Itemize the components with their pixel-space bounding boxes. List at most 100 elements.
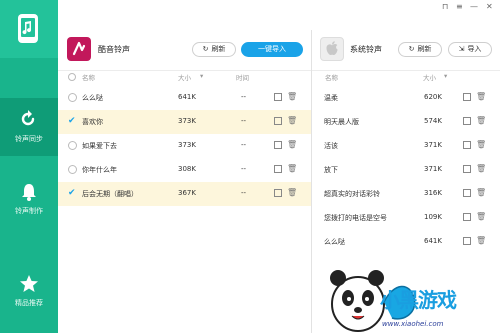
import-icon: ⇲ xyxy=(458,45,465,53)
row-size: 620K xyxy=(424,93,442,101)
menu-icon[interactable]: ≡ xyxy=(456,2,463,11)
row-name: 明天晨人版 xyxy=(324,118,359,126)
row-duration: -- xyxy=(241,117,247,125)
row-checkbox-checked[interactable]: ✔ xyxy=(68,189,77,198)
one-click-import-button[interactable]: 一键导入 xyxy=(241,42,303,57)
bell-icon xyxy=(22,184,36,201)
sidebar-item-ringtone-make[interactable]: 铃声制作 xyxy=(0,170,58,228)
row-name: 你年什么年 xyxy=(82,166,117,174)
row-name: 放下 xyxy=(324,166,338,174)
row-size: 371K xyxy=(424,141,442,149)
refresh-icon: ↻ xyxy=(202,45,209,53)
row-checkbox-checked[interactable]: ✔ xyxy=(68,117,77,126)
sidebar-item-label: 铃声制作 xyxy=(15,207,43,215)
refresh-button[interactable]: ↻ 刷新 xyxy=(398,42,442,57)
right-panel-header: 系统铃声 ↻ 刷新 ⇲ 导入 xyxy=(312,30,500,70)
sort-down-icon: ▾ xyxy=(200,72,204,80)
table-row[interactable]: 活该 371K 🗑 xyxy=(312,134,500,158)
sync-icon xyxy=(21,110,35,126)
watermark-url: www.xiaohei.com xyxy=(382,320,444,328)
row-size: 316K xyxy=(424,189,442,197)
watermark: 小黑游戏 www.xiaohei.com xyxy=(322,262,500,333)
table-row[interactable]: 如果爱下去 373K -- 🗑 xyxy=(58,134,311,158)
trash-icon[interactable]: 🗑 xyxy=(476,93,486,101)
minimize-icon[interactable]: — xyxy=(470,2,478,11)
sidebar-item-ringtone-sync[interactable]: 铃声同步 xyxy=(0,98,58,156)
import-row-icon[interactable] xyxy=(274,93,282,101)
import-row-icon[interactable] xyxy=(274,141,282,149)
row-name: 您拨打的电话是空号 xyxy=(324,214,387,222)
row-checkbox[interactable] xyxy=(68,141,77,150)
row-size: 574K xyxy=(424,117,442,125)
import-row-icon[interactable] xyxy=(463,237,471,245)
row-duration: -- xyxy=(241,93,247,101)
select-all-checkbox[interactable] xyxy=(68,73,76,81)
column-duration[interactable]: 时间 xyxy=(236,72,249,84)
trash-icon[interactable]: 🗑 xyxy=(287,165,297,173)
column-name[interactable]: 名称 xyxy=(325,72,338,84)
import-row-icon[interactable] xyxy=(463,165,471,173)
row-name: 如果爱下去 xyxy=(82,142,117,150)
table-row[interactable]: 放下 371K 🗑 xyxy=(312,158,500,182)
row-name: 么么哒 xyxy=(82,94,103,102)
skin-icon[interactable]: ⊓ xyxy=(442,2,448,11)
sidebar-item-label: 精品推荐 xyxy=(15,299,43,307)
import-row-icon[interactable] xyxy=(463,213,471,221)
trash-icon[interactable]: 🗑 xyxy=(287,141,297,149)
trash-icon[interactable]: 🗑 xyxy=(287,93,297,101)
trash-icon[interactable]: 🗑 xyxy=(476,189,486,197)
column-name[interactable]: 名称 xyxy=(82,72,95,84)
app-logo-icon xyxy=(18,14,38,43)
import-row-icon[interactable] xyxy=(463,93,471,101)
row-name: 喜欢你 xyxy=(82,118,103,126)
import-button[interactable]: ⇲ 导入 xyxy=(448,42,492,57)
sidebar: 铃声同步 铃声制作 精品推荐 xyxy=(0,0,58,333)
row-size: 308K xyxy=(178,165,196,173)
table-row[interactable]: 么么哒 641K 🗑 xyxy=(312,230,500,254)
left-panel-header: 酷音铃声 ↻ 刷新 一键导入 xyxy=(58,30,311,70)
trash-icon[interactable]: 🗑 xyxy=(476,117,486,125)
trash-icon[interactable]: 🗑 xyxy=(287,189,297,197)
table-row[interactable]: ✔ 后会无期（翻唱） 367K -- 🗑 xyxy=(58,182,311,206)
kuyin-app-icon xyxy=(67,37,91,61)
import-row-icon[interactable] xyxy=(274,117,282,125)
import-row-icon[interactable] xyxy=(274,165,282,173)
table-row[interactable]: 么么哒 641K -- 🗑 xyxy=(58,86,311,110)
trash-icon[interactable]: 🗑 xyxy=(287,117,297,125)
row-duration: -- xyxy=(241,189,247,197)
import-row-icon[interactable] xyxy=(463,117,471,125)
table-row[interactable]: 温柔 620K 🗑 xyxy=(312,86,500,110)
row-size: 371K xyxy=(424,165,442,173)
row-size: 373K xyxy=(178,141,196,149)
row-size: 373K xyxy=(178,117,196,125)
row-checkbox[interactable] xyxy=(68,93,77,102)
import-row-icon[interactable] xyxy=(463,189,471,197)
sidebar-item-recommend[interactable]: 精品推荐 xyxy=(0,262,58,320)
trash-icon[interactable]: 🗑 xyxy=(476,141,486,149)
trash-icon[interactable]: 🗑 xyxy=(476,213,486,221)
app-logo-area xyxy=(0,0,58,58)
close-icon[interactable]: ✕ xyxy=(486,2,493,11)
refresh-button[interactable]: ↻ 刷新 xyxy=(192,42,236,57)
row-duration: -- xyxy=(241,165,247,173)
trash-icon[interactable]: 🗑 xyxy=(476,237,486,245)
table-row[interactable]: 您拨打的电话是空号 109K 🗑 xyxy=(312,206,500,230)
row-name: 温柔 xyxy=(324,94,338,102)
column-size[interactable]: 大小 xyxy=(178,72,191,84)
table-row[interactable]: 超真实的对话彩铃 316K 🗑 xyxy=(312,182,500,206)
row-name: 超真实的对话彩铃 xyxy=(324,190,380,198)
table-row[interactable]: 你年什么年 308K -- 🗑 xyxy=(58,158,311,182)
row-checkbox[interactable] xyxy=(68,165,77,174)
row-size: 641K xyxy=(178,93,196,101)
trash-icon[interactable]: 🗑 xyxy=(476,165,486,173)
panel-title: 酷音铃声 xyxy=(98,45,130,54)
panel-title: 系统铃声 xyxy=(350,45,382,54)
table-row[interactable]: ✔ 喜欢你 373K -- 🗑 xyxy=(58,110,311,134)
apple-icon xyxy=(320,37,344,61)
table-row[interactable]: 明天晨人版 574K 🗑 xyxy=(312,110,500,134)
import-row-icon[interactable] xyxy=(463,141,471,149)
column-size[interactable]: 大小 xyxy=(423,72,436,84)
row-name: 么么哒 xyxy=(324,238,345,246)
refresh-icon: ↻ xyxy=(408,45,415,53)
import-row-icon[interactable] xyxy=(274,189,282,197)
